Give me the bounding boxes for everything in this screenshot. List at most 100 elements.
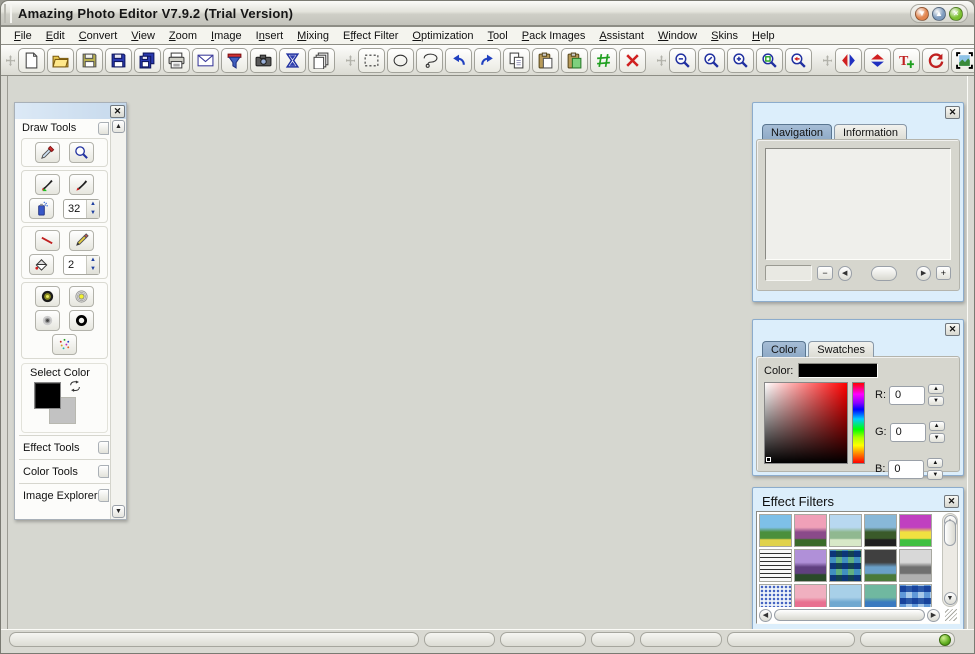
filters-vertical-scrollbar[interactable]: ▲ ▼ xyxy=(942,513,958,607)
pan-left-button[interactable]: ◀ xyxy=(837,265,852,281)
spin-down-icon[interactable]: ▼ xyxy=(928,396,944,406)
zoom-tool-tool-button[interactable] xyxy=(69,142,94,163)
ring-tool-button[interactable] xyxy=(69,310,94,331)
zoom-minus-button[interactable]: − xyxy=(817,266,833,280)
paste-as-image-button[interactable] xyxy=(561,47,588,73)
spin-down-icon[interactable]: ▼ xyxy=(87,265,99,274)
zoom-value-field[interactable] xyxy=(765,265,813,281)
menu-zoom[interactable]: Zoom xyxy=(162,29,204,43)
acquire-button[interactable] xyxy=(221,47,248,73)
spray-size-spinner[interactable]: 32 ▲ ▼ xyxy=(63,198,100,219)
channel-value-field[interactable]: 0 xyxy=(889,385,925,405)
soft-brush-tool-button[interactable] xyxy=(35,310,60,331)
foreground-color-swatch[interactable] xyxy=(34,382,61,409)
undo-button[interactable] xyxy=(445,47,472,73)
filter-thumbnail[interactable] xyxy=(864,584,897,607)
filter-thumbnail[interactable] xyxy=(899,584,932,607)
filter-thumbnail[interactable] xyxy=(759,549,792,582)
channel-value-field[interactable]: 0 xyxy=(888,459,925,479)
filter-thumbnail[interactable] xyxy=(864,549,897,582)
canvas-workspace[interactable]: ✕ Draw Tools 32 ▲ ▼ 2 ▲ ▼ Select Color E… xyxy=(7,76,968,629)
line-width-spinner[interactable]: 2 ▲ ▼ xyxy=(63,254,100,275)
section-expand-button[interactable] xyxy=(98,489,109,502)
tab-information[interactable]: Information xyxy=(833,124,908,140)
brush-tool-button[interactable] xyxy=(69,174,94,195)
filter-thumbnail[interactable] xyxy=(794,514,827,547)
zoom-previous-button[interactable] xyxy=(785,47,812,73)
crop-button[interactable] xyxy=(951,47,974,73)
pan-right-button[interactable]: ▶ xyxy=(916,265,931,281)
menu-view[interactable]: View xyxy=(124,29,162,43)
spinner-value[interactable]: 32 xyxy=(64,203,86,215)
save-button[interactable] xyxy=(76,47,103,73)
spin-down-icon[interactable]: ▼ xyxy=(927,470,944,480)
menu-help[interactable]: Help xyxy=(745,29,782,43)
flip-vertical-button[interactable] xyxy=(864,47,891,73)
menu-optimization[interactable]: Optimization xyxy=(405,29,480,43)
sidebar-section-image-explorer[interactable]: Image Explorer xyxy=(19,483,110,507)
save-all-button[interactable] xyxy=(134,47,161,73)
capture-button[interactable] xyxy=(250,47,277,73)
zoom-fit-button[interactable] xyxy=(756,47,783,73)
save-as-button[interactable] xyxy=(105,47,132,73)
filter-thumbnail[interactable] xyxy=(759,584,792,607)
navigation-preview[interactable] xyxy=(765,148,951,260)
section-collapse-button[interactable] xyxy=(98,121,109,135)
tab-swatches[interactable]: Swatches xyxy=(808,341,874,357)
section-expand-button[interactable] xyxy=(98,441,109,454)
close-icon[interactable]: ✕ xyxy=(944,494,959,508)
filter-thumbnail[interactable] xyxy=(829,514,862,547)
filter-thumbnail[interactable] xyxy=(759,514,792,547)
zoom-plus-button[interactable]: + xyxy=(935,266,951,280)
toolbar-drag-handle[interactable] xyxy=(345,52,355,68)
menu-file[interactable]: File xyxy=(7,29,39,43)
menu-pack-images[interactable]: Pack Images xyxy=(515,29,593,43)
draw-tools-titlebar[interactable]: ✕ xyxy=(15,103,126,119)
filter-thumbnail[interactable] xyxy=(794,584,827,607)
select-ellipse-button[interactable] xyxy=(387,47,414,73)
resize-grip[interactable] xyxy=(945,609,957,621)
add-text-button[interactable]: T xyxy=(893,47,920,73)
close-icon[interactable]: ✕ xyxy=(110,104,125,118)
menu-window[interactable]: Window xyxy=(651,29,704,43)
line-tool-button[interactable] xyxy=(35,230,60,251)
menu-image[interactable]: Image xyxy=(204,29,249,43)
spin-up-icon[interactable]: ▲ xyxy=(87,256,99,265)
menu-skins[interactable]: Skins xyxy=(704,29,745,43)
duplicate-button[interactable] xyxy=(308,47,335,73)
toolbar-drag-handle[interactable] xyxy=(656,52,666,68)
spin-up-icon[interactable]: ▲ xyxy=(928,421,945,431)
snap-button[interactable] xyxy=(590,47,617,73)
scroll-left-icon[interactable]: ◀ xyxy=(759,608,772,622)
zoom-in-button[interactable] xyxy=(727,47,754,73)
close-button[interactable]: × xyxy=(949,6,963,21)
scroll-up-icon[interactable]: ▲ xyxy=(112,120,125,133)
spin-up-icon[interactable]: ▲ xyxy=(928,384,944,394)
toolbar-drag-handle[interactable] xyxy=(822,52,832,68)
gradient-circle-tool-button[interactable] xyxy=(35,286,60,307)
tab-navigation[interactable]: Navigation xyxy=(762,124,832,140)
section-expand-button[interactable] xyxy=(98,465,109,478)
filter-thumbnail[interactable] xyxy=(899,549,932,582)
filter-thumbnail[interactable] xyxy=(829,584,862,607)
sidebar-section-effect-tools[interactable]: Effect Tools xyxy=(19,435,110,459)
close-icon[interactable]: ✕ xyxy=(945,106,960,119)
select-lasso-button[interactable] xyxy=(416,47,443,73)
menu-convert[interactable]: Convert xyxy=(72,29,125,43)
eyedropper-tool-button[interactable] xyxy=(35,142,60,163)
menu-edit[interactable]: Edit xyxy=(39,29,72,43)
scroll-down-icon[interactable]: ▼ xyxy=(112,505,125,518)
filter-thumbnail[interactable] xyxy=(899,514,932,547)
swap-colors-icon[interactable] xyxy=(68,380,82,394)
saturation-value-picker[interactable] xyxy=(764,382,848,464)
paste-button[interactable] xyxy=(532,47,559,73)
close-icon[interactable]: ✕ xyxy=(945,323,960,336)
menu-tool[interactable]: Tool xyxy=(481,29,515,43)
redo-button[interactable] xyxy=(474,47,501,73)
delete-selection-button[interactable] xyxy=(619,47,646,73)
new-document-button[interactable] xyxy=(18,47,45,73)
filter-thumbnail[interactable] xyxy=(794,549,827,582)
scroll-right-icon[interactable]: ▶ xyxy=(927,608,940,622)
select-rectangle-button[interactable] xyxy=(358,47,385,73)
channel-value-field[interactable]: 0 xyxy=(889,422,926,442)
